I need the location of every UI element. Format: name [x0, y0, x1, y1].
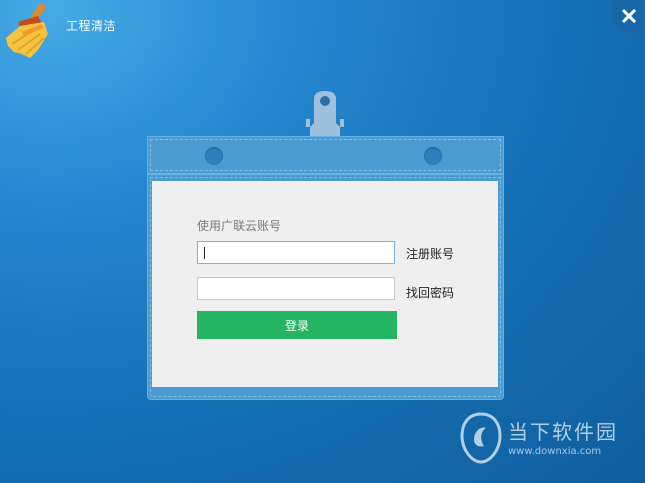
strip-hole: [205, 147, 223, 165]
login-panel: 使用广联云账号 注册账号 找回密码 登录: [152, 181, 498, 387]
badge-top-strip: [147, 136, 504, 174]
window-title: 工程清洁: [66, 19, 117, 33]
account-label: 使用广联云账号: [197, 219, 282, 233]
app-window: 工程清洁 使用广联云账号 注册账号 找回密码 登录 当下软件园 www.down…: [0, 0, 645, 483]
watermark-brand: 当下软件园: [508, 420, 618, 444]
watermark: 当下软件园 www.downxia.com: [458, 410, 645, 470]
login-card: 使用广联云账号 注册账号 找回密码 登录: [147, 174, 504, 400]
text-caret: [204, 247, 205, 259]
close-icon: [621, 9, 636, 23]
register-link[interactable]: 注册账号: [406, 245, 454, 262]
password-input[interactable]: [197, 277, 395, 300]
strip-hole: [424, 147, 442, 165]
recover-password-link[interactable]: 找回密码: [406, 284, 454, 301]
broom-icon: [0, 0, 58, 62]
login-button[interactable]: 登录: [197, 311, 397, 339]
downxia-logo-icon: [460, 412, 502, 464]
watermark-url: www.downxia.com: [508, 446, 602, 457]
close-button[interactable]: [612, 0, 645, 32]
username-input[interactable]: [197, 241, 395, 264]
